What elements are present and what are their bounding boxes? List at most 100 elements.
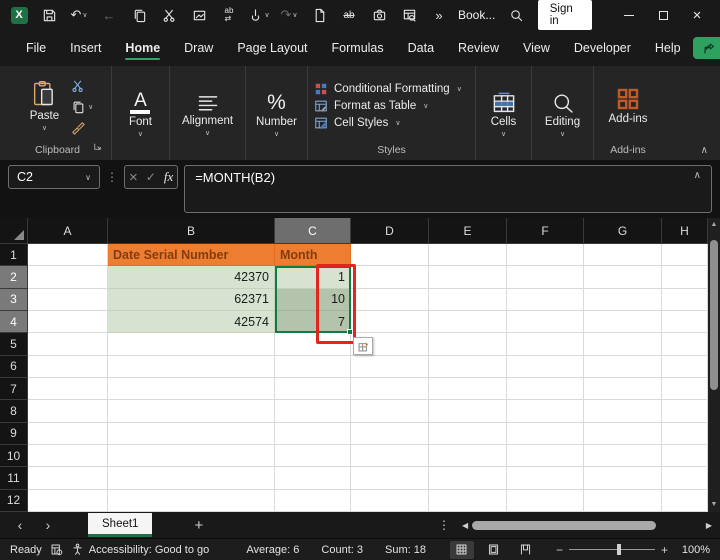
cell-C9[interactable] [275, 423, 351, 445]
row-header-12[interactable]: 12 [0, 490, 28, 512]
name-box[interactable]: C2 ∨ [8, 165, 100, 189]
cell-B5[interactable] [108, 333, 275, 355]
number-button[interactable]: % Number ∨ [248, 90, 305, 140]
cell-D11[interactable] [351, 467, 429, 489]
col-header-C[interactable]: C [275, 218, 351, 244]
row-header-9[interactable]: 9 [0, 423, 28, 445]
next-sheet-icon[interactable]: › [36, 517, 60, 533]
cell-A4[interactable] [28, 311, 108, 333]
cell-H4[interactable] [662, 311, 708, 333]
cell-C5[interactable] [275, 333, 351, 355]
cell-D12[interactable] [351, 490, 429, 512]
alignment-button[interactable]: Alignment ∨ [174, 91, 241, 139]
cell-C11[interactable] [275, 467, 351, 489]
cell-E5[interactable] [429, 333, 507, 355]
sheet-tab-sheet1[interactable]: Sheet1 [88, 513, 152, 537]
tab-formulas[interactable]: Formulas [320, 35, 396, 61]
cell-F7[interactable] [507, 378, 584, 400]
tab-developer[interactable]: Developer [562, 35, 643, 61]
cell-E9[interactable] [429, 423, 507, 445]
col-header-B[interactable]: B [108, 218, 275, 244]
cut-icon[interactable] [156, 3, 182, 27]
cell-H6[interactable] [662, 356, 708, 378]
more-commands-icon[interactable]: » [426, 3, 452, 27]
close-button[interactable]: × [680, 2, 714, 28]
col-header-E[interactable]: E [429, 218, 507, 244]
cell-G3[interactable] [584, 289, 662, 311]
macro-recording-icon[interactable] [50, 543, 63, 556]
cell-E10[interactable] [429, 445, 507, 467]
copy-icon[interactable] [126, 3, 152, 27]
col-header-D[interactable]: D [351, 218, 429, 244]
cell-C6[interactable] [275, 356, 351, 378]
cell-E4[interactable] [429, 311, 507, 333]
enter-icon[interactable]: ✓ [146, 170, 156, 184]
share-button[interactable]: Share ∨ [693, 37, 720, 59]
maximize-button[interactable] [646, 2, 680, 28]
cell-D8[interactable] [351, 400, 429, 422]
cell-F5[interactable] [507, 333, 584, 355]
cancel-icon[interactable]: × [129, 169, 138, 186]
cell-E12[interactable] [429, 490, 507, 512]
row-header-7[interactable]: 7 [0, 378, 28, 400]
cell-A6[interactable] [28, 356, 108, 378]
format-as-table-button[interactable]: Format as Table∨ [314, 99, 462, 113]
cell-C4[interactable]: 7 [275, 311, 351, 333]
cell-B2[interactable]: 42370 [108, 266, 275, 288]
cell-E11[interactable] [429, 467, 507, 489]
cell-B12[interactable] [108, 490, 275, 512]
cell-A7[interactable] [28, 378, 108, 400]
accessibility-status[interactable]: Accessibility: Good to go [71, 543, 209, 556]
format-painter-button[interactable] [71, 120, 85, 136]
new-sheet-icon[interactable]: + [194, 517, 203, 534]
collapse-ribbon-icon[interactable]: ∧ [701, 145, 708, 156]
scroll-left-icon[interactable]: ◀ [462, 521, 468, 530]
cell-B6[interactable] [108, 356, 275, 378]
cell-C3[interactable]: 10 [275, 289, 351, 311]
scroll-up-icon[interactable]: ▲ [711, 218, 718, 232]
col-header-F[interactable]: F [507, 218, 584, 244]
tab-view[interactable]: View [511, 35, 562, 61]
cell-H5[interactable] [662, 333, 708, 355]
autofill-options-button[interactable] [353, 337, 373, 355]
cell-A5[interactable] [28, 333, 108, 355]
zoom-in-icon[interactable]: + [661, 543, 668, 557]
cell-F10[interactable] [507, 445, 584, 467]
insert-function-icon[interactable]: fx [164, 169, 173, 185]
row-header-4[interactable]: 4 [0, 311, 28, 333]
cell-D10[interactable] [351, 445, 429, 467]
cell-styles-button[interactable]: Cell Styles∨ [314, 116, 462, 130]
cell-D2[interactable] [351, 266, 429, 288]
cell-E8[interactable] [429, 400, 507, 422]
vertical-scrollbar[interactable]: ▲ ▼ [708, 218, 720, 512]
cell-F4[interactable] [507, 311, 584, 333]
redo-icon[interactable]: ↷∨ [276, 3, 302, 27]
name-box-chevron-icon[interactable]: ∨ [85, 173, 91, 182]
cell-F11[interactable] [507, 467, 584, 489]
undo-icon[interactable]: ↶∨ [66, 3, 92, 27]
cell-D1[interactable] [351, 244, 429, 266]
minimize-button[interactable] [612, 2, 646, 28]
new-document-icon[interactable] [306, 3, 332, 27]
cell-G4[interactable] [584, 311, 662, 333]
excel-logo-icon[interactable]: X [6, 3, 32, 27]
vertical-scrollbar-thumb[interactable] [710, 240, 718, 390]
cell-G10[interactable] [584, 445, 662, 467]
font-button[interactable]: A Font ∨ [121, 90, 160, 140]
cell-D6[interactable] [351, 356, 429, 378]
screenshot-icon[interactable] [366, 3, 392, 27]
cell-E2[interactable] [429, 266, 507, 288]
cell-F2[interactable] [507, 266, 584, 288]
cell-C7[interactable] [275, 378, 351, 400]
cell-A3[interactable] [28, 289, 108, 311]
sign-in-button[interactable]: Sign in [538, 0, 592, 30]
page-break-view-button[interactable] [514, 541, 538, 559]
cell-D7[interactable] [351, 378, 429, 400]
row-header-1[interactable]: 1 [0, 244, 28, 266]
zoom-slider-thumb[interactable] [617, 544, 621, 555]
col-header-H[interactable]: H [662, 218, 708, 244]
cell-F6[interactable] [507, 356, 584, 378]
cell-G5[interactable] [584, 333, 662, 355]
cell-D4[interactable] [351, 311, 429, 333]
picture-icon[interactable] [186, 3, 212, 27]
